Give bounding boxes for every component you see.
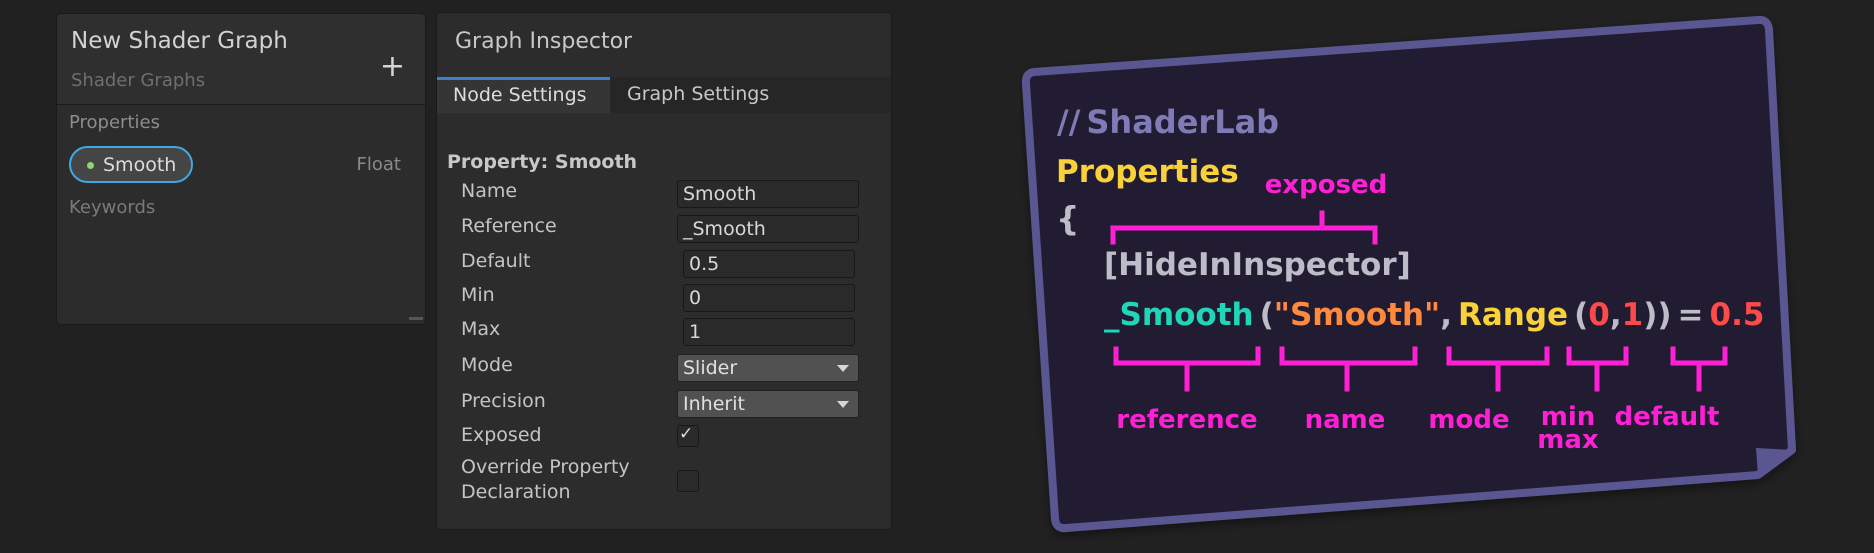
section-title: Property: Smooth bbox=[447, 151, 638, 173]
annotation-exposed: exposed bbox=[1265, 170, 1388, 200]
annotation-default: default bbox=[1615, 402, 1720, 432]
precision-label: Precision bbox=[461, 390, 546, 412]
graph-inspector-panel: Graph Inspector Node Settings Graph Sett… bbox=[436, 12, 892, 530]
property-declaration: _Smooth ("Smooth", Range (0,1)) = 0.5 bbox=[1104, 297, 1764, 333]
blackboard-header: New Shader Graph Shader Graphs + bbox=[57, 14, 425, 105]
resize-handle[interactable] bbox=[409, 317, 423, 320]
add-property-button[interactable]: + bbox=[380, 52, 405, 82]
comment-text: ShaderLab bbox=[1086, 103, 1279, 141]
comment-slashes: // bbox=[1057, 103, 1081, 141]
shaderlab-annotation-card: //ShaderLab Properties { [HideInInspecto… bbox=[1021, 15, 1796, 533]
property-pill-smooth[interactable]: Smooth bbox=[69, 146, 193, 183]
max-label: Max bbox=[461, 318, 501, 340]
min-token: 0 bbox=[1588, 297, 1610, 333]
property-type: Float bbox=[356, 154, 401, 175]
property-name: Smooth bbox=[103, 154, 177, 176]
annotation-mode: mode bbox=[1428, 405, 1509, 435]
default-label: Default bbox=[461, 250, 531, 272]
close-parens-token: )) bbox=[1643, 297, 1671, 333]
exposed-label: Exposed bbox=[461, 424, 542, 446]
override-label-line2: Declaration bbox=[461, 481, 571, 503]
category-properties[interactable]: Properties bbox=[69, 112, 160, 133]
inspector-tabs: Node Settings Graph Settings bbox=[437, 77, 891, 113]
reference-token: _Smooth bbox=[1104, 297, 1254, 333]
name-token: "Smooth" bbox=[1274, 297, 1440, 333]
reference-label: Reference bbox=[461, 215, 557, 237]
checkmark-icon: ✓ bbox=[679, 424, 694, 444]
range-comma-token: , bbox=[1610, 297, 1622, 333]
open-brace: { bbox=[1056, 199, 1080, 238]
curled-corner bbox=[1756, 448, 1792, 475]
comma-token: , bbox=[1440, 297, 1452, 333]
annotation-max: max bbox=[1537, 425, 1599, 455]
inspector-title: Graph Inspector bbox=[455, 29, 633, 54]
reference-field[interactable]: _Smooth bbox=[677, 215, 859, 243]
chevron-down-icon bbox=[837, 365, 849, 372]
max-field[interactable]: 1 bbox=[683, 318, 855, 346]
override-checkbox[interactable] bbox=[677, 470, 699, 492]
category-keywords[interactable]: Keywords bbox=[69, 197, 155, 218]
max-token: 1 bbox=[1622, 297, 1644, 333]
chevron-down-icon bbox=[837, 401, 849, 408]
range-open-token: ( bbox=[1574, 297, 1588, 333]
name-label: Name bbox=[461, 180, 518, 202]
default-token: 0.5 bbox=[1710, 297, 1765, 333]
mode-label: Mode bbox=[461, 354, 513, 376]
blackboard-subtitle: Shader Graphs bbox=[71, 70, 206, 91]
default-field[interactable]: 0.5 bbox=[683, 250, 855, 278]
override-label-line1: Override Property bbox=[461, 456, 630, 478]
range-token: Range bbox=[1458, 297, 1568, 333]
min-field[interactable]: 0 bbox=[683, 284, 855, 312]
exposed-checkbox[interactable]: ✓ bbox=[677, 424, 699, 447]
hide-in-inspector-attribute: [HideInInspector] bbox=[1104, 247, 1411, 283]
comment-line: //ShaderLab bbox=[1057, 103, 1279, 141]
mode-value: Slider bbox=[683, 357, 738, 379]
equals-token: = bbox=[1678, 297, 1704, 333]
exposed-dot-icon bbox=[87, 162, 94, 169]
open-paren-token: ( bbox=[1260, 297, 1274, 333]
tab-node-settings[interactable]: Node Settings bbox=[437, 77, 610, 113]
properties-keyword: Properties bbox=[1056, 154, 1239, 190]
annotation-reference: reference bbox=[1116, 405, 1257, 435]
annotation-name: name bbox=[1305, 405, 1386, 435]
precision-dropdown[interactable]: Inherit bbox=[677, 390, 859, 418]
blackboard-title: New Shader Graph bbox=[71, 28, 288, 54]
mode-dropdown[interactable]: Slider bbox=[677, 354, 859, 382]
precision-value: Inherit bbox=[683, 393, 745, 415]
name-field[interactable]: Smooth bbox=[677, 180, 859, 208]
min-label: Min bbox=[461, 284, 495, 306]
tab-graph-settings[interactable]: Graph Settings bbox=[627, 77, 769, 113]
blackboard-panel: New Shader Graph Shader Graphs + Propert… bbox=[56, 13, 426, 325]
